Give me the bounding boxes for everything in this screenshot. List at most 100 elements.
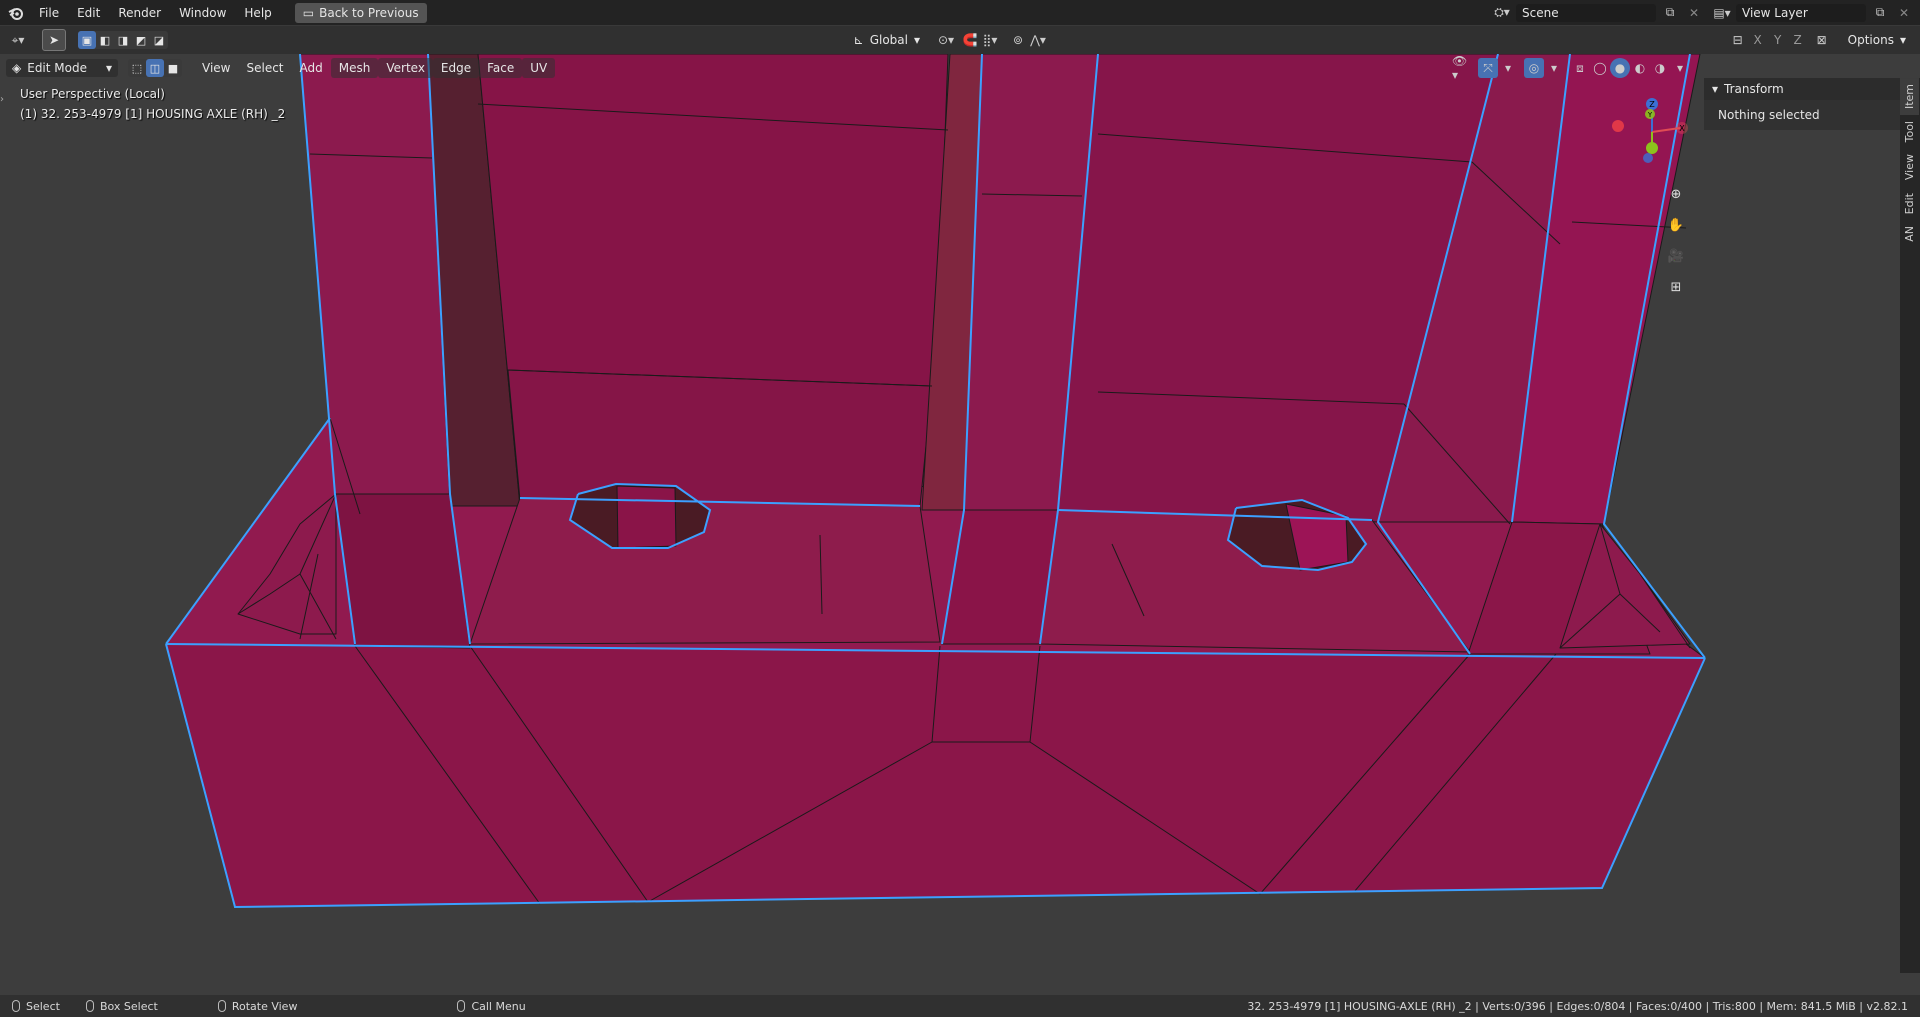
overlay-toggle-icon[interactable]: ◎ (1524, 58, 1544, 78)
sidebar-panel: ▾ Transform Nothing selected (1704, 78, 1900, 130)
gizmo-x-label: X (1679, 124, 1685, 133)
gizmo-neg-z-axis[interactable] (1643, 153, 1653, 163)
menu-help[interactable]: Help (235, 3, 280, 23)
proportional-edit-icon[interactable]: ⊚ (1008, 30, 1028, 50)
toolbar-expand-icon[interactable]: › (0, 94, 8, 114)
selection-mode-group: ▣ ◧ ◨ ◩ ◪ (78, 31, 168, 49)
delete-scene-icon[interactable]: ✕ (1684, 3, 1704, 23)
menu-face[interactable]: Face (479, 58, 523, 78)
mesh-render[interactable] (0, 54, 1920, 995)
mirror-icon[interactable]: ⊟ (1728, 30, 1748, 50)
zoom-icon[interactable]: ⊕ (1664, 182, 1688, 206)
options-dropdown[interactable]: Options ▾ (1841, 31, 1912, 49)
collapse-triangle-icon: ▾ (1712, 82, 1719, 96)
tab-edit[interactable]: Edit (1900, 187, 1919, 220)
menu-file[interactable]: File (30, 3, 68, 23)
transform-panel-header[interactable]: ▾ Transform (1704, 78, 1900, 100)
tab-an[interactable]: AN (1900, 220, 1919, 248)
sidebar-tabs: Item Tool View Edit AN (1900, 78, 1920, 973)
status-call-menu: Call Menu (457, 999, 526, 1013)
select-difference-icon[interactable]: ◩ (132, 31, 150, 49)
box-select-icon (85, 1000, 94, 1012)
select-extend-icon[interactable]: ◧ (96, 31, 114, 49)
mode-dropdown[interactable]: ◈ Edit Mode ▾ (6, 59, 118, 77)
back-to-previous-label: Back to Previous (319, 5, 419, 20)
perspective-grid-icon[interactable]: ⊞ (1664, 275, 1688, 299)
camera-view-icon[interactable]: 🎥 (1664, 244, 1688, 268)
xray-toggle-icon[interactable]: ⧈ (1570, 58, 1590, 78)
top-menu-bar: File Edit Render Window Help ▭ Back to P… (0, 0, 1920, 25)
chevron-down-icon: ▾ (1899, 33, 1906, 47)
select-new-icon[interactable]: ▣ (78, 31, 96, 49)
menu-vertex[interactable]: Vertex (378, 58, 433, 78)
menu-window[interactable]: Window (170, 3, 235, 23)
navigation-gizmo[interactable]: Z Y X (1612, 92, 1692, 172)
edge-select-icon[interactable]: ◫ (146, 59, 164, 77)
scene-name: Scene (1522, 5, 1559, 20)
view-layer-icon[interactable]: ▤▾ (1712, 3, 1732, 23)
chevron-down-icon[interactable]: ▾ (1544, 58, 1564, 78)
menu-edge[interactable]: Edge (432, 58, 480, 78)
menu-render[interactable]: Render (109, 3, 170, 23)
edit-mode-header: ◈ Edit Mode ▾ ⬚ ◫ ■ View Select Add Mesh… (6, 54, 1690, 82)
mouse-left-icon (12, 1000, 20, 1012)
gizmo-neg-x-axis[interactable] (1612, 120, 1624, 132)
new-view-layer-icon[interactable]: ⧉ (1870, 3, 1890, 23)
auto-merge-icon[interactable]: ⊠ (1812, 30, 1832, 50)
snap-toggle-icon[interactable]: 🧲 (960, 30, 980, 50)
pivot-point-icon[interactable]: ⊙▾ (936, 30, 956, 50)
vertex-select-icon[interactable]: ⬚ (128, 59, 146, 77)
delete-view-layer-icon[interactable]: ✕ (1894, 3, 1914, 23)
pan-hand-icon[interactable]: ✋ (1664, 213, 1688, 237)
menu-mesh[interactable]: Mesh (330, 58, 379, 78)
select-subtract-icon[interactable]: ◨ (114, 31, 132, 49)
gizmo-toggle-icon[interactable]: ⤧ (1478, 58, 1498, 78)
perspective-label: User Perspective (Local) (20, 87, 165, 101)
mirror-z-toggle[interactable]: Z (1788, 30, 1808, 50)
visibility-icon[interactable]: 👁▾ (1452, 54, 1472, 82)
view-layer-field[interactable]: View Layer (1736, 3, 1866, 22)
scene-name-field[interactable]: Scene (1516, 3, 1656, 22)
solid-shading-icon[interactable]: ● (1610, 58, 1630, 78)
menu-view[interactable]: View (194, 58, 238, 78)
face-select-icon[interactable]: ■ (164, 59, 182, 77)
falloff-icon[interactable]: ⋀▾ (1028, 30, 1048, 50)
scene-icon[interactable]: ⛭▾ (1492, 3, 1512, 23)
menu-edit[interactable]: Edit (68, 3, 109, 23)
chevron-down-icon[interactable]: ▾ (1498, 58, 1518, 78)
select-intersect-icon[interactable]: ◪ (150, 31, 168, 49)
new-scene-icon[interactable]: ⧉ (1660, 3, 1680, 23)
editor-type-icon[interactable]: ⌖▾ (8, 30, 28, 50)
blender-logo-icon[interactable] (2, 6, 30, 20)
snap-target-icon[interactable]: ⣿▾ (980, 30, 1000, 50)
rendered-shading-icon[interactable]: ◑ (1650, 58, 1670, 78)
scene-statistics: 32. 253-4979 [1] HOUSING-AXLE (RH) _2 | … (1247, 999, 1908, 1013)
back-to-previous-button[interactable]: ▭ Back to Previous (294, 2, 427, 23)
scene-selector[interactable]: ⛭▾ Scene ⧉ ✕ (1492, 3, 1704, 23)
transform-orientation-dropdown[interactable]: ⊾ Global ▾ (847, 31, 927, 49)
chevron-down-icon[interactable]: ▾ (1670, 58, 1690, 78)
menu-add[interactable]: Add (292, 58, 331, 78)
view-layer-selector[interactable]: ▤▾ View Layer ⧉ ✕ (1712, 3, 1914, 23)
mesh-face-base-front (165, 643, 1706, 908)
3d-viewport[interactable]: ◈ Edit Mode ▾ ⬚ ◫ ■ View Select Add Mesh… (0, 54, 1920, 995)
tab-tool[interactable]: Tool (1900, 115, 1919, 148)
mirror-x-toggle[interactable]: X (1748, 30, 1768, 50)
mirror-y-toggle[interactable]: Y (1768, 30, 1788, 50)
transform-orientation-value: Global (869, 33, 908, 47)
select-tool-icon[interactable]: ➤ (42, 29, 66, 51)
status-call-menu-label: Call Menu (471, 999, 526, 1013)
status-bar: Select Box Select Rotate View Call Menu … (0, 995, 1920, 1017)
gizmo-neg-y-axis[interactable] (1646, 142, 1658, 154)
tab-view[interactable]: View (1900, 148, 1919, 186)
mesh-face-panel-left-lower (507, 369, 933, 507)
screen-icon: ▭ (302, 5, 315, 20)
tab-item[interactable]: Item (1900, 78, 1919, 116)
status-rotate-view-label: Rotate View (231, 999, 298, 1013)
menu-uv[interactable]: UV (522, 58, 556, 78)
gizmo-z-label: Z (1649, 100, 1655, 109)
wireframe-shading-icon[interactable]: ◯ (1590, 58, 1610, 78)
material-shading-icon[interactable]: ◐ (1630, 58, 1650, 78)
status-box-select: Box Select (85, 1000, 158, 1013)
menu-select[interactable]: Select (238, 58, 291, 78)
